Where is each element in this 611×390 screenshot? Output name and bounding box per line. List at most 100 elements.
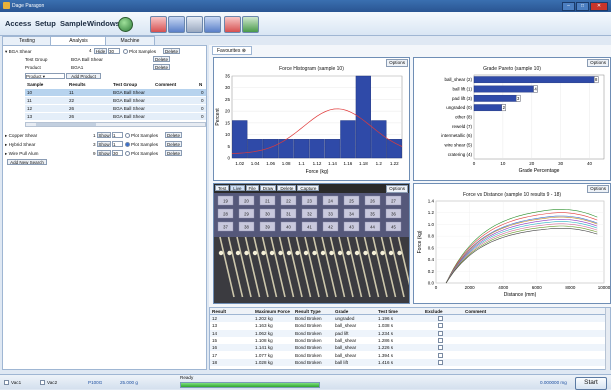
n-cell: 0	[201, 106, 204, 111]
menu-sample[interactable]: Sample	[60, 19, 87, 28]
report-icon[interactable]	[224, 16, 241, 33]
col-results: Results	[69, 82, 86, 87]
results-col-header[interactable]: Test time	[378, 309, 398, 314]
results-row[interactable]: 12 1.202 kg Bond Broken ungraded 1.196 s	[210, 315, 605, 322]
expand-icon[interactable]: ▸	[5, 133, 7, 138]
pad-number: 41	[307, 225, 312, 230]
start-button[interactable]: Start	[575, 377, 607, 390]
x-tick-label: 1.18	[359, 161, 368, 166]
delete-button[interactable]: Delete	[165, 141, 182, 147]
show-button[interactable]: Show	[97, 150, 111, 156]
histogram-chart: 0 5 10 15 20 25 30 35 1.02 1.04 1.06 1.08 1.1 1.12 1.1…	[215, 74, 403, 175]
results-col-header[interactable]: Result Type	[295, 309, 321, 314]
col-test-group: Test Group	[113, 82, 138, 87]
options-button[interactable]: Options	[386, 185, 408, 193]
image-toolbar-delete-button[interactable]: Delete	[277, 185, 297, 191]
delete-test-group-button[interactable]: Delete	[153, 56, 170, 62]
exclude-checkbox[interactable]	[438, 330, 443, 336]
save-icon[interactable]	[168, 16, 185, 33]
results-row[interactable]: 16 1.141 kg Bond Broken ball_shear 1.226 s	[210, 344, 605, 352]
close-button[interactable]: ✕	[590, 2, 608, 11]
hide-count-input[interactable]: 30	[108, 48, 120, 54]
product-label: Product	[25, 65, 41, 70]
plot-samples-label: Plot Samples	[131, 133, 159, 138]
expand-icon[interactable]: ▸	[5, 142, 7, 147]
results-col-header[interactable]: Grade	[335, 309, 348, 314]
show-count-input[interactable]: 1	[112, 132, 123, 138]
results-body: 12 1.202 kg Bond Broken ungraded 1.196 s 13 1.…	[210, 315, 610, 371]
hide-button[interactable]: Hide	[94, 48, 107, 54]
chart-icon[interactable]	[242, 16, 259, 33]
y-tick-label: 35	[225, 74, 231, 79]
results-row[interactable]: 13 1.163 kg Bond Broken ball_shear 1.038 s	[210, 322, 605, 330]
add-new-search-button[interactable]: Add New Search	[7, 159, 47, 165]
delete-button[interactable]: Delete	[165, 132, 182, 138]
vertical-scrollbar[interactable]	[605, 308, 610, 370]
tab-favourites[interactable]: Favourites ⊗	[212, 46, 252, 55]
plot-samples-radio[interactable]	[125, 133, 130, 138]
product-select[interactable]: Product ▾	[25, 73, 65, 79]
menu-setup[interactable]: Setup	[35, 19, 56, 28]
show-count-input[interactable]: 30	[112, 150, 123, 156]
print-icon[interactable]	[186, 16, 203, 33]
n-cell: 0	[201, 98, 204, 103]
delete-product-button[interactable]: Delete	[153, 64, 170, 70]
menu-access[interactable]: Access	[5, 19, 31, 28]
horizontal-scrollbar[interactable]	[25, 122, 206, 127]
expand-icon[interactable]: ▸	[5, 151, 7, 156]
exclude-checkbox[interactable]	[438, 345, 443, 351]
results-row[interactable]: 14 1.062 kg Bond Broken pad lift 1.234 s	[210, 329, 605, 337]
results-row[interactable]: 15 1.108 kg Bond Broken ball_shear 1.286 s	[210, 336, 605, 344]
exclude-checkbox[interactable]	[438, 359, 443, 365]
edit-icon[interactable]	[150, 16, 167, 33]
image-toolbar-capture-button[interactable]: Capture	[297, 185, 320, 191]
image-toolbar-draw-button[interactable]: Draw	[259, 185, 277, 191]
wire-highlight	[278, 250, 283, 256]
vac2-checkbox[interactable]	[40, 380, 45, 385]
product-value: BGA1	[71, 65, 84, 70]
add-product-button[interactable]: Add Product	[66, 73, 101, 79]
results-cell-type: Bond Broken	[295, 316, 322, 321]
expand-icon[interactable]: ▾	[5, 49, 7, 54]
exclude-checkbox[interactable]	[438, 316, 443, 321]
show-button[interactable]: Show	[97, 141, 111, 147]
export-icon[interactable]	[204, 16, 221, 33]
y-tick-label: 0.6	[428, 245, 435, 250]
globe-icon[interactable]	[118, 17, 133, 32]
main-tabs: Testing Analysis Machine	[0, 36, 200, 47]
maximize-button[interactable]: □	[576, 2, 589, 11]
results-row[interactable]: 17 1.077 kg Bond Broken ball_shear 1.394 s	[210, 351, 605, 359]
force-distance-panel: Options Force vs Distance (sample 10 res…	[413, 183, 611, 304]
close-tab-icon[interactable]: ⊗	[242, 48, 246, 54]
results-col-header[interactable]: Exclude	[425, 309, 443, 314]
results-cell-time: 1.038 s	[378, 323, 394, 329]
scrollbar-thumb[interactable]	[36, 123, 96, 126]
results-col-header[interactable]: Result	[212, 309, 226, 314]
exclude-checkbox[interactable]	[438, 323, 443, 329]
title-bar: Dage Paragon – □ ✕	[0, 0, 611, 12]
results-col-header[interactable]: Comment	[465, 309, 486, 314]
results-col-header[interactable]: Maximum Force	[255, 309, 290, 314]
exclude-checkbox[interactable]	[438, 352, 443, 358]
plot-samples-radio[interactable]	[125, 142, 130, 147]
vac1-checkbox[interactable]	[4, 380, 9, 385]
results-cell-type: Bond Broken	[295, 359, 322, 365]
pareto-chart: 0 10 20 30 40ball_shear (2) 8ball lift (1) 4pa…	[441, 74, 605, 174]
results-cell-time: 1.226 s	[378, 345, 394, 351]
show-button[interactable]: Show	[97, 132, 111, 138]
menu-windows[interactable]: Windows	[87, 19, 120, 28]
results-row[interactable]: 18 1.028 kg Bond Broken ball lift 1.416 s	[210, 358, 605, 366]
delete-button[interactable]: Delete	[165, 150, 182, 156]
pad-number: 34	[349, 212, 354, 217]
image-toolbar-live-button[interactable]: Live	[230, 185, 245, 191]
delete-button[interactable]: Delete	[163, 48, 180, 54]
exclude-checkbox[interactable]	[438, 337, 443, 343]
show-count-input[interactable]: 1	[112, 141, 123, 147]
image-toolbar-file-button[interactable]: File	[245, 185, 259, 191]
plot-samples-radio[interactable]	[125, 151, 130, 156]
plot-samples-radio[interactable]	[123, 49, 128, 54]
product-select-value: Product	[26, 74, 42, 79]
minimize-button[interactable]: –	[562, 2, 575, 11]
results-cell-result: 13	[212, 323, 218, 329]
image-toolbar-test-button[interactable]: Test	[215, 185, 230, 191]
